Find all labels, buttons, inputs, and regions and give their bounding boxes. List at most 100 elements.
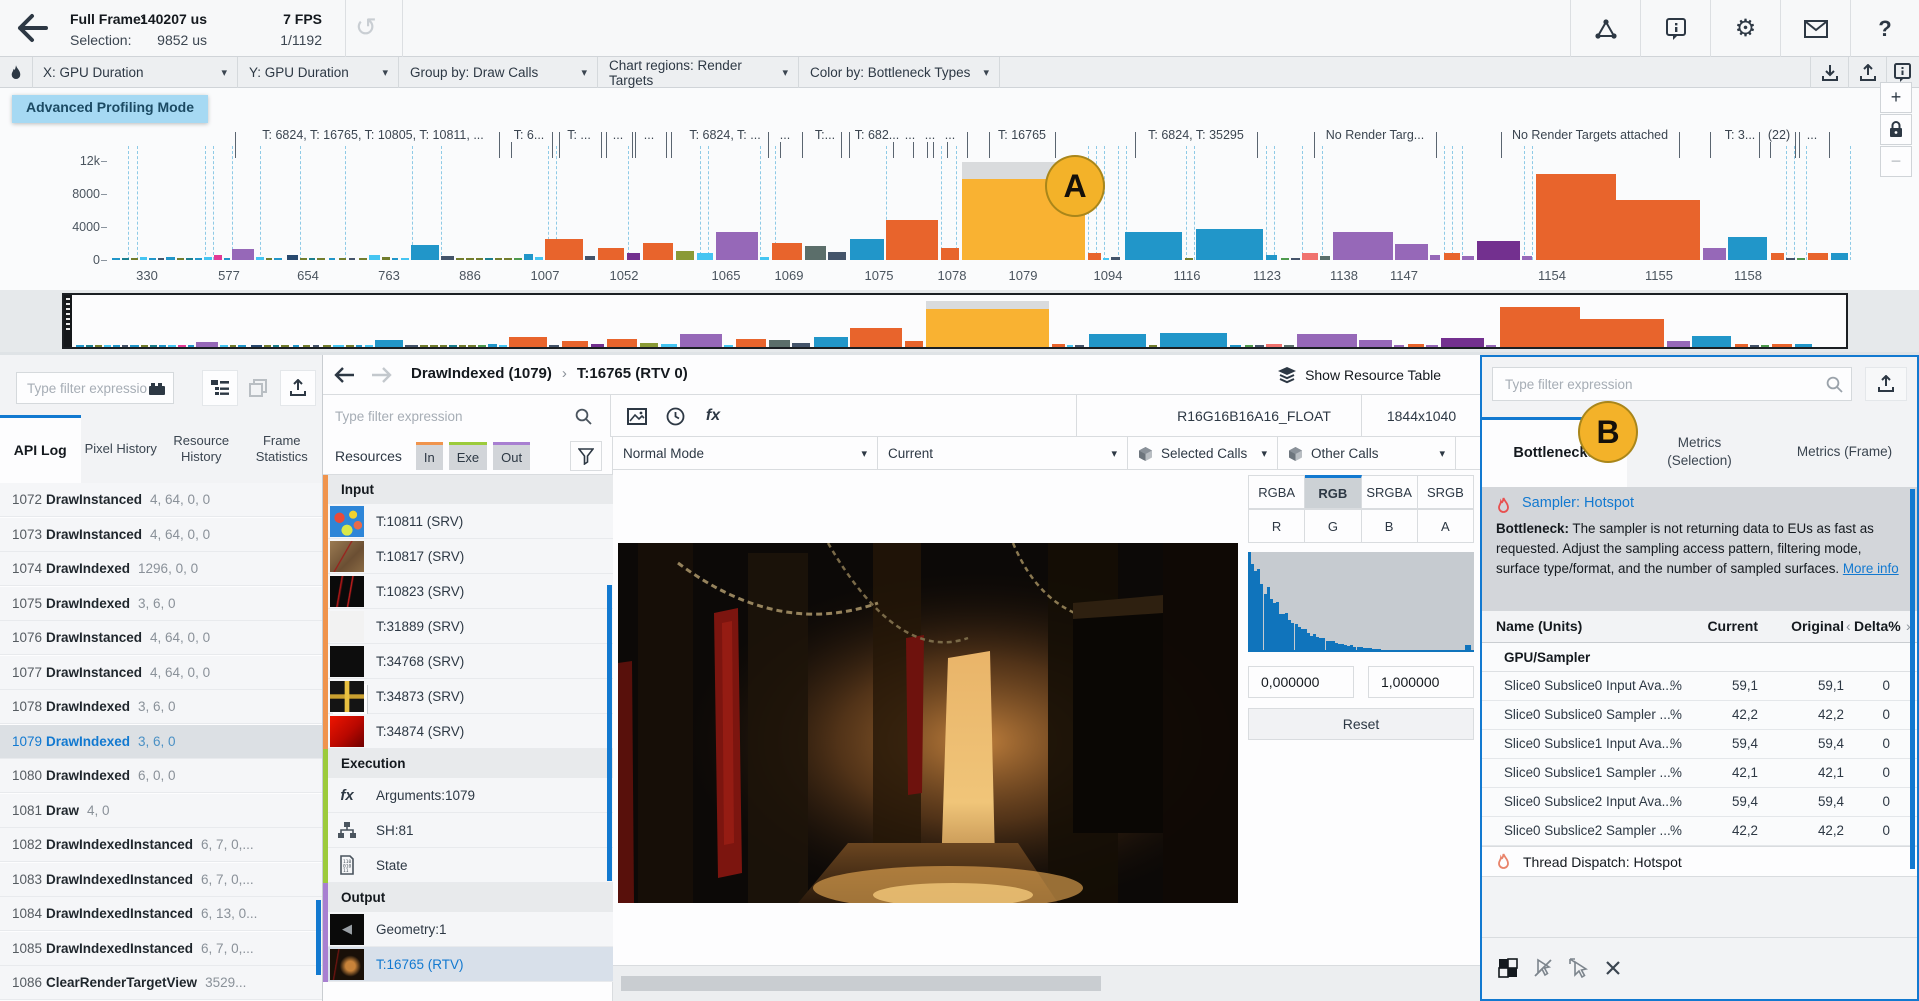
chart-bar[interactable]	[356, 345, 362, 347]
chart-bar[interactable]	[1394, 345, 1404, 347]
colorspace-srgb-button[interactable]: SRGB	[1418, 475, 1474, 509]
chart-bar[interactable]	[545, 239, 583, 260]
chart-bar[interactable]	[1103, 258, 1109, 260]
chart-bar[interactable]	[346, 345, 354, 347]
view-mode-select[interactable]: Normal Mode▾	[613, 437, 878, 470]
chart-bar[interactable]	[627, 253, 640, 260]
chart-bar[interactable]	[676, 251, 694, 260]
chart-bar[interactable]	[251, 345, 262, 347]
chart-bar[interactable]	[158, 258, 164, 260]
show-resource-table-button[interactable]: Show Resource Table	[1277, 361, 1441, 389]
chart-bar[interactable]	[850, 328, 902, 347]
api-log-row[interactable]: 1085DrawIndexedInstanced6, 7, 0,...	[0, 932, 322, 966]
resource-item[interactable]: T:10811 (SRV)	[323, 504, 613, 539]
resource-list-scrollbar[interactable]	[607, 585, 612, 881]
chart-bar[interactable]	[405, 345, 418, 347]
metrics-scrollbar[interactable]	[1910, 489, 1915, 869]
chart-bar[interactable]	[303, 345, 310, 347]
channel-b-button[interactable]: B	[1362, 509, 1418, 543]
help-button[interactable]: ?	[1850, 0, 1919, 57]
chart-bar[interactable]	[1831, 253, 1848, 260]
api-log-row[interactable]: 1083DrawIndexedInstanced6, 7, 0,...	[0, 863, 322, 897]
api-log-row[interactable]: 1080DrawIndexed6, 0, 0	[0, 759, 322, 793]
chart-bar[interactable]	[333, 345, 344, 347]
chart-bar[interactable]	[1075, 345, 1084, 347]
scrollbar-thumb[interactable]	[621, 976, 1101, 991]
resource-item[interactable]: T:10817 (SRV)	[323, 539, 613, 574]
chart-bar[interactable]	[317, 258, 325, 260]
chart-bar[interactable]	[323, 345, 331, 347]
chart-bar[interactable]	[1486, 345, 1496, 347]
resource-item[interactable]: ◀Geometry:1	[323, 912, 613, 947]
viewer-horizontal-scrollbar[interactable]	[613, 965, 1480, 1001]
chart-bar[interactable]	[1297, 334, 1357, 347]
chart-bar[interactable]	[131, 258, 138, 260]
tab-resource-history[interactable]: Resource History	[161, 415, 242, 483]
chart-bar[interactable]	[1266, 255, 1277, 260]
chart-bar[interactable]	[1522, 256, 1532, 260]
chart-bar[interactable]	[1692, 336, 1731, 347]
chart-bar[interactable]	[1333, 232, 1393, 260]
zoom-in-button[interactable]: +	[1880, 82, 1912, 113]
chart-bar[interactable]	[598, 248, 624, 260]
image-view-button[interactable]	[619, 399, 655, 433]
chart-bar[interactable]	[1281, 258, 1289, 260]
filter-out-toggle[interactable]: Out	[493, 442, 530, 470]
chart-bar[interactable]	[273, 345, 279, 347]
chart-bar[interactable]	[456, 258, 464, 260]
contact-button[interactable]	[1780, 0, 1850, 57]
chart-bar[interactable]	[274, 258, 282, 260]
chart-bar[interactable]	[680, 334, 722, 347]
chart-bar[interactable]	[585, 256, 595, 260]
chart-bar[interactable]	[499, 345, 507, 347]
range-min-input[interactable]: 0,000000	[1248, 666, 1354, 698]
api-log-row[interactable]: 1086ClearRenderTargetView3529...	[0, 966, 322, 1000]
chart-bar[interactable]	[141, 345, 148, 347]
metrics-group-header[interactable]: GPU/Sampler	[1482, 643, 1917, 672]
chart-bar[interactable]	[760, 257, 769, 260]
chart-bar[interactable]	[86, 345, 93, 347]
chart-bar[interactable]	[478, 345, 486, 347]
pointer-jump-button[interactable]	[1562, 952, 1594, 984]
chart-bar[interactable]	[1703, 248, 1726, 260]
chart-bar[interactable]	[476, 258, 483, 260]
api-log-row[interactable]: 1082DrawIndexedInstanced6, 7, 0,...	[0, 828, 322, 862]
chart-bar[interactable]	[736, 339, 766, 347]
chart-regions-select[interactable]: Chart regions: Render Targets▾	[599, 57, 799, 88]
api-log-row[interactable]: 1081Draw4, 0	[0, 794, 322, 828]
chart-bar[interactable]	[178, 345, 186, 347]
chart-bar[interactable]	[230, 345, 236, 347]
chart-bar[interactable]	[188, 345, 194, 347]
chart-bar[interactable]	[1255, 345, 1264, 347]
api-log-row[interactable]: 1076DrawInstanced4, 64, 0, 0	[0, 621, 322, 655]
metric-row[interactable]: Slice0 Subslice1 Input Ava...%59,459,40	[1482, 730, 1917, 759]
chart-bar[interactable]	[1320, 256, 1330, 260]
current-select[interactable]: Current▾	[878, 437, 1128, 470]
resource-funnel-button[interactable]	[570, 441, 602, 471]
breadcrumb-call[interactable]: DrawIndexed (1079)	[411, 365, 552, 382]
chart-bar[interactable]	[772, 243, 802, 260]
chart-bar[interactable]	[293, 345, 299, 347]
chart-bar[interactable]	[149, 258, 156, 260]
channel-a-button[interactable]: A	[1418, 509, 1474, 543]
chart-bar[interactable]	[1395, 244, 1428, 260]
chart-bar[interactable]	[850, 239, 884, 260]
resource-item[interactable]: T:16765 (RTV)	[323, 947, 613, 982]
chart-bar[interactable]	[1291, 258, 1300, 260]
history-view-button[interactable]	[657, 399, 693, 433]
chart-bar[interactable]	[113, 345, 120, 347]
metric-row[interactable]: Slice0 Subslice0 Input Ava...%59,159,10	[1482, 672, 1917, 701]
chart-bar[interactable]	[1728, 237, 1767, 260]
chart-bar[interactable]	[1111, 257, 1120, 260]
chart-bar[interactable]	[1771, 253, 1784, 260]
api-log-row[interactable]: 1084DrawIndexedInstanced6, 13, 0...	[0, 897, 322, 931]
chart-bar[interactable]	[349, 258, 355, 260]
api-log-row[interactable]: 1073DrawInstanced4, 64, 0, 0	[0, 518, 322, 552]
chart-bar[interactable]	[264, 345, 271, 347]
chart-bar[interactable]	[1441, 338, 1484, 347]
chart-bar[interactable]	[214, 255, 222, 260]
tab-metricsframe[interactable]: Metrics (Frame)	[1772, 417, 1917, 487]
fx-view-button[interactable]: fx	[695, 399, 731, 433]
chart-bar[interactable]	[1667, 341, 1690, 347]
reset-range-button[interactable]: Reset	[1248, 708, 1474, 740]
